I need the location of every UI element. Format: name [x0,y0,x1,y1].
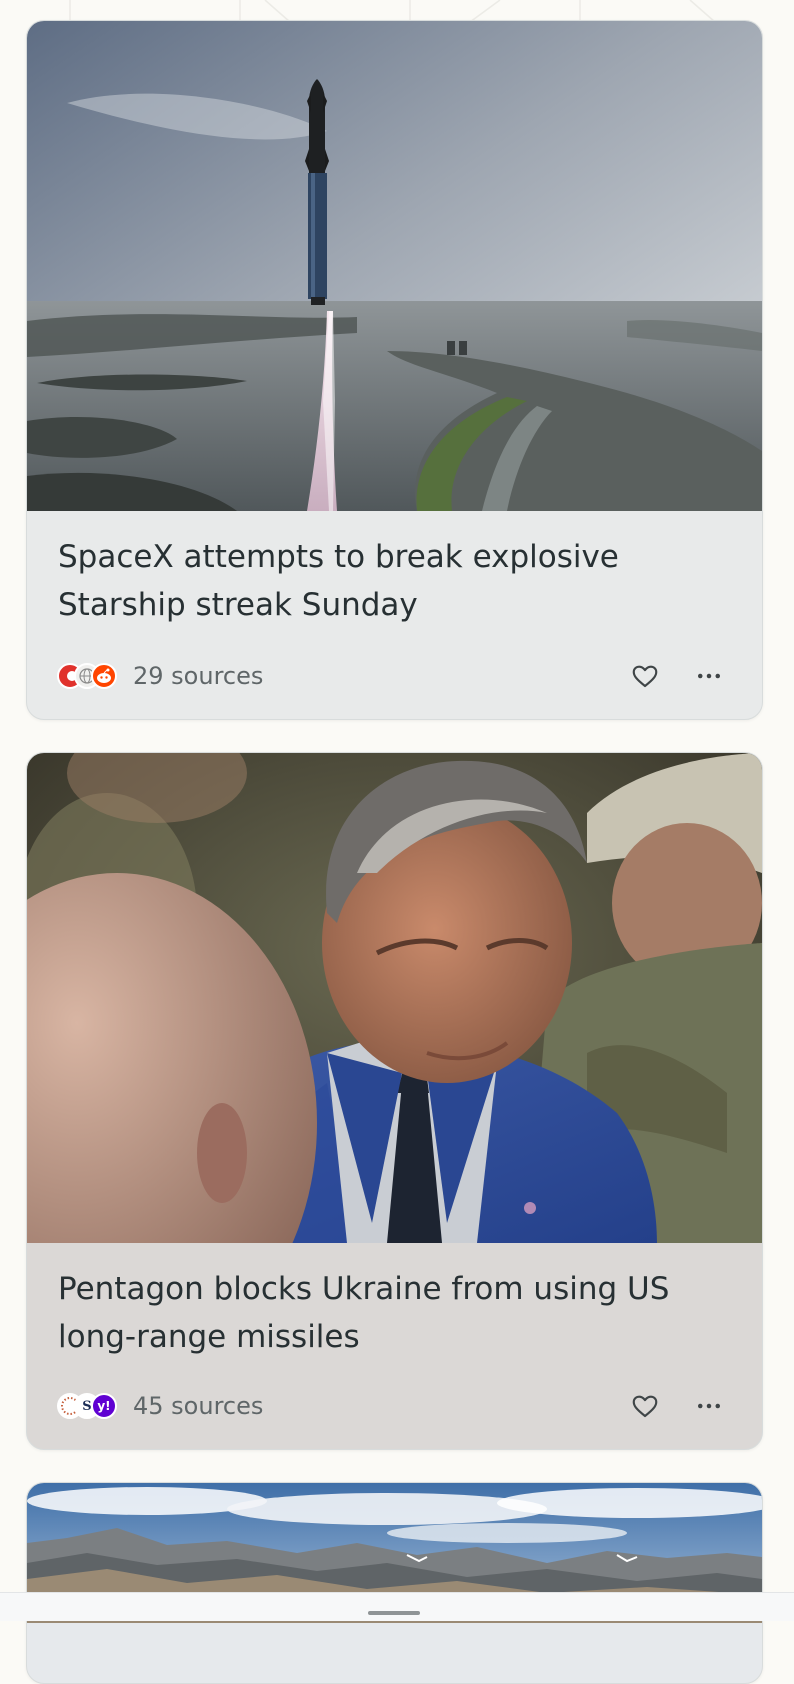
card-meta-row: S y! 45 sources [57,1389,729,1423]
like-button[interactable] [625,659,665,693]
heart-icon [632,665,658,688]
more-options-button[interactable] [689,659,729,693]
reddit-icon [91,663,117,689]
more-options-button[interactable] [689,1389,729,1423]
card-meta-row: 29 sources [57,659,729,693]
headline[interactable]: Pentagon blocks Ukraine from using US lo… [58,1265,718,1361]
headline[interactable]: SpaceX attempts to break explosive Stars… [58,533,718,629]
news-card[interactable]: Pentagon blocks Ukraine from using US lo… [26,752,763,1450]
yahoo-icon: y! [91,1393,117,1419]
sources-count[interactable]: 45 sources [133,1392,263,1420]
like-button[interactable] [625,1389,665,1423]
source-icons[interactable]: S y! [57,1391,121,1421]
more-options-icon [698,1403,720,1409]
starship-launch-image[interactable] [27,21,762,511]
more-options-icon [698,673,720,679]
man-in-blue-suit-image[interactable] [27,753,762,1243]
news-card[interactable] [26,1482,763,1684]
heart-icon [632,1395,658,1418]
sources-count[interactable]: 29 sources [133,662,263,690]
bottom-sheet-bar[interactable] [0,1592,794,1621]
source-icons[interactable] [57,661,121,691]
drag-handle[interactable] [368,1611,420,1615]
news-card[interactable]: SpaceX attempts to break explosive Stars… [26,20,763,720]
